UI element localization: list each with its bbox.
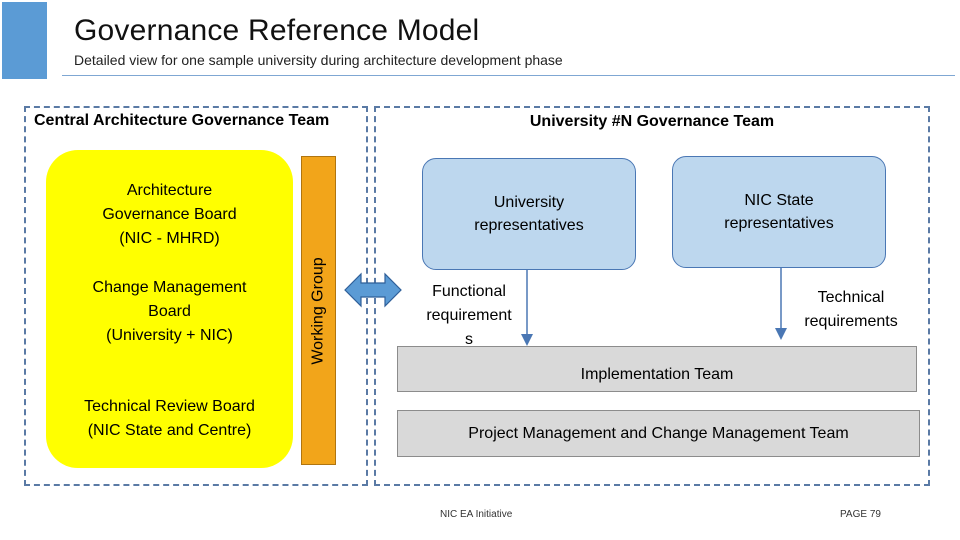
architecture-governance-board: Architecture Governance Board (NIC - MHR… bbox=[102, 182, 237, 247]
implementation-team-label: Implementation Team bbox=[580, 366, 734, 383]
project-management-team-box: Project Management and Change Management… bbox=[397, 410, 920, 457]
implementation-team-box: Implementation Team bbox=[397, 346, 917, 392]
accent-bar bbox=[2, 2, 47, 79]
university-representatives-box: University representatives bbox=[422, 158, 636, 270]
page-subtitle: Detailed view for one sample university … bbox=[74, 52, 563, 68]
working-group-label-wrap: Working Group bbox=[301, 156, 336, 465]
footer-initiative: NIC EA Initiative bbox=[440, 509, 513, 520]
change-management-board: Change Management Board (University + NI… bbox=[92, 279, 247, 344]
central-team-label: Central Architecture Governance Team bbox=[34, 112, 330, 129]
project-management-team-label: Project Management and Change Management… bbox=[468, 424, 849, 442]
technical-requirements-label: Technical requirements bbox=[804, 289, 898, 330]
page-number: PAGE 79 bbox=[840, 509, 881, 520]
page-title: Governance Reference Model bbox=[74, 14, 480, 47]
working-group-label: Working Group bbox=[309, 256, 327, 365]
university-team-label: University #N Governance Team bbox=[529, 113, 775, 130]
double-arrow-icon bbox=[344, 272, 402, 308]
title-divider bbox=[62, 75, 955, 76]
nic-state-representatives-box: NIC State representatives bbox=[672, 156, 886, 268]
functional-requirements-label: Functional requirement s bbox=[426, 283, 512, 348]
technical-review-board: Technical Review Board (NIC State and Ce… bbox=[84, 398, 255, 439]
